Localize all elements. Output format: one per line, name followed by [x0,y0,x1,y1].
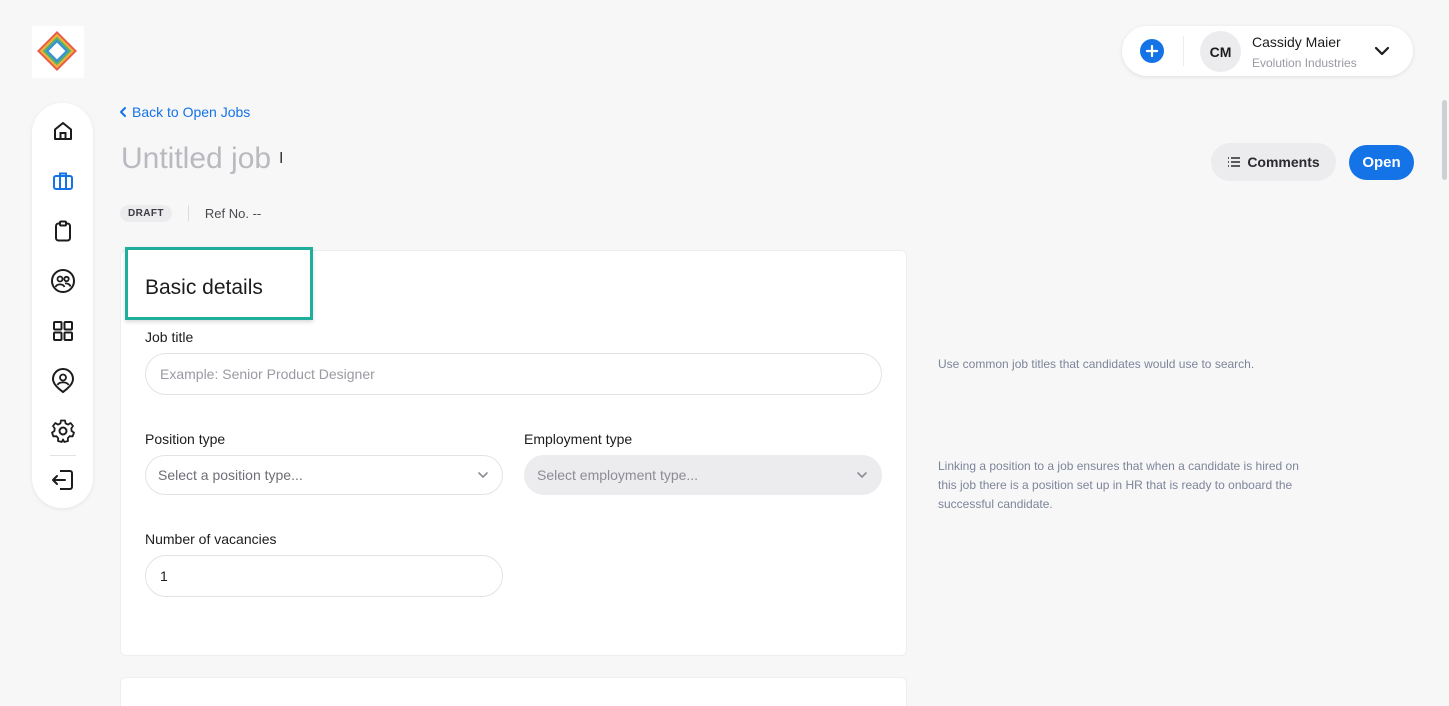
chevron-down-icon [1374,46,1390,56]
job-title-heading[interactable]: Untitled job [121,142,271,176]
avatar[interactable]: CM [1200,31,1241,72]
pill-divider [1183,36,1184,66]
sidebar-item-settings[interactable] [48,416,78,446]
employment-type-label: Employment type [524,431,633,447]
logout-icon [52,470,73,490]
back-link-label: Back to Open Jobs [132,104,251,120]
user-menu-toggle[interactable] [1372,41,1392,61]
back-to-open-jobs-link[interactable]: Back to Open Jobs [118,104,250,120]
home-icon [54,122,72,140]
user-menu: CM Cassidy Maier Evolution Industries [1122,26,1413,76]
job-title-label: Job title [145,329,194,345]
list-icon [1228,157,1241,167]
ref-number: Ref No. -- [204,205,262,221]
grid-icon [53,321,73,341]
open-button[interactable]: Open [1349,145,1414,180]
status-badge: DRAFT [120,204,172,222]
position-help: Linking a position to a job ensures that… [938,459,1299,511]
sidebar-item-tasks[interactable] [48,216,78,246]
sidebar-item-logout[interactable] [48,465,78,495]
sidebar-nav [32,103,93,508]
text-cursor-icon: I [279,150,284,167]
sidebar-item-people[interactable] [48,266,78,296]
location-person-icon [52,368,74,393]
section-title: Basic details [145,276,263,299]
gear-icon [51,419,75,443]
vacancies-input[interactable] [145,555,503,597]
job-meta: DRAFT Ref No. -- [120,204,261,222]
app-logo[interactable] [32,26,84,78]
next-section-card [120,677,907,706]
job-title-input[interactable] [145,353,882,395]
comments-label: Comments [1247,154,1320,170]
meta-divider [187,205,189,221]
scrollbar[interactable] [1442,100,1447,180]
people-icon [51,269,75,293]
position-type-label: Position type [145,431,226,447]
sidebar-divider [50,455,76,456]
position-type-placeholder: Select a position type... [158,467,303,483]
logo-icon [37,31,77,71]
chevron-left-icon [120,107,126,117]
briefcase-icon [53,172,73,190]
employment-type-select[interactable]: Select employment type... [524,455,882,495]
chevron-down-icon [478,472,488,479]
employment-type-placeholder: Select employment type... [537,467,699,483]
chevron-down-icon [857,472,867,479]
sidebar-item-profile[interactable] [48,366,78,396]
add-button[interactable] [1140,39,1164,63]
sidebar-item-dashboard[interactable] [48,316,78,346]
clipboard-icon [55,220,71,242]
user-name: Cassidy Maier [1252,34,1341,50]
comments-button[interactable]: Comments [1211,143,1336,181]
plus-icon [1146,45,1158,57]
job-title-help: Use common job titles that candidates wo… [938,357,1255,371]
vacancies-label: Number of vacancies [145,531,277,547]
sidebar-item-home[interactable] [48,116,78,146]
position-type-select[interactable]: Select a position type... [145,455,503,495]
user-organization: Evolution Industries [1252,56,1357,70]
sidebar-item-jobs[interactable] [48,166,78,196]
